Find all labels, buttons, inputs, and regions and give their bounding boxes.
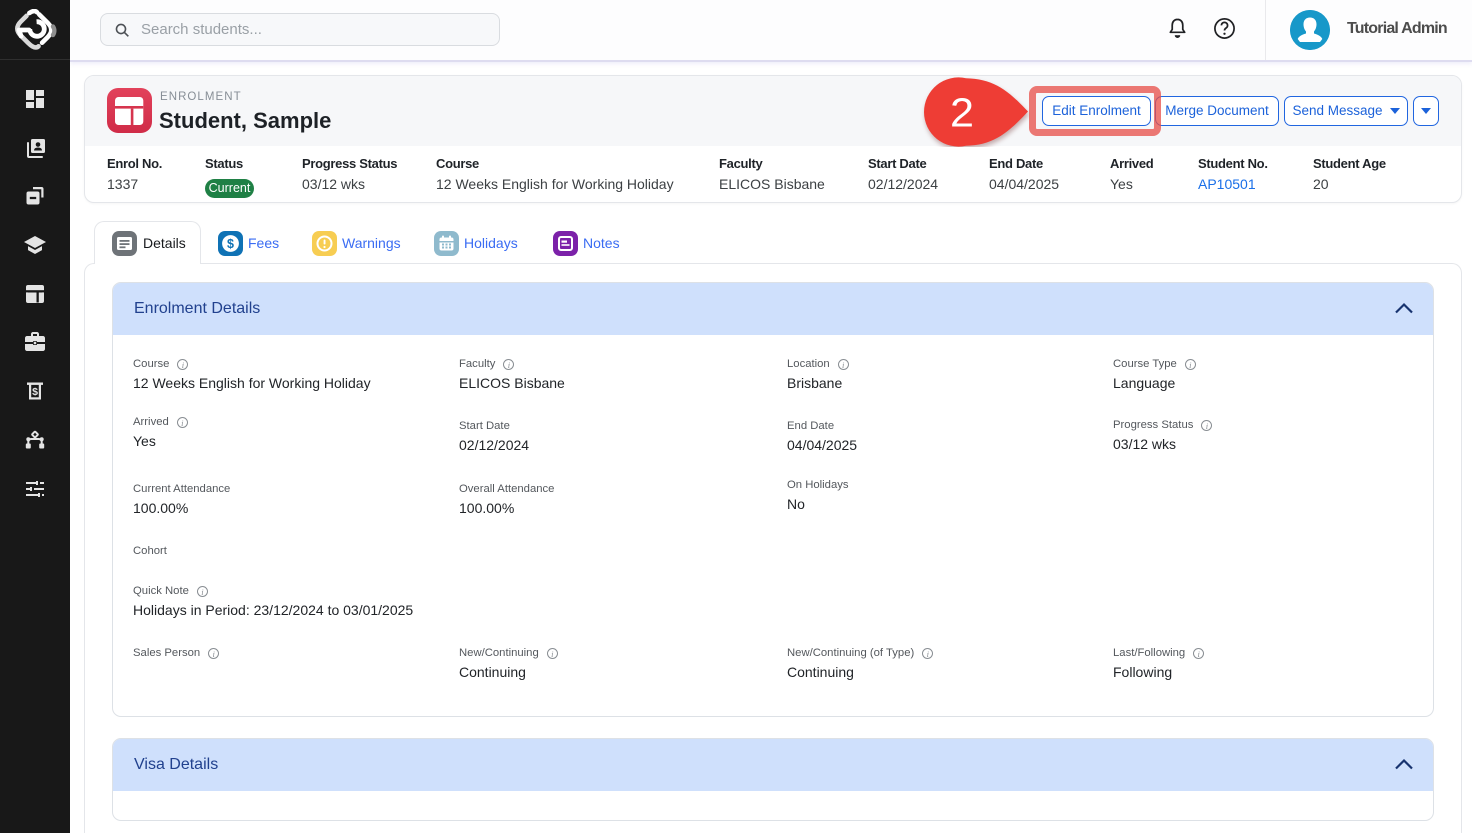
svg-text:$: $ — [32, 386, 38, 398]
svg-text:$: $ — [227, 237, 234, 251]
svg-text:2: 2 — [950, 89, 974, 135]
